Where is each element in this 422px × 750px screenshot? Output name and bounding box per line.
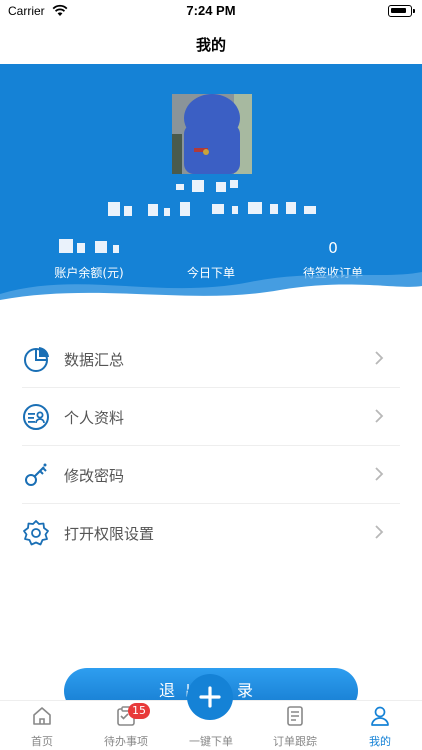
chevron-right-icon (375, 525, 384, 539)
home-icon (33, 707, 51, 725)
chevron-right-icon (375, 351, 384, 365)
tab-label: 待办事项 (104, 735, 148, 748)
menu-item-label: 打开权限设置 (64, 525, 155, 543)
tab-home[interactable]: 首页 (0, 701, 84, 750)
profile-header: 账户余额(元) 今日下单 0 待签收订单 (0, 64, 422, 310)
avatar[interactable] (172, 94, 252, 174)
key-icon (25, 463, 47, 486)
status-bar: Carrier 7:24 PM (0, 0, 422, 24)
chevron-right-icon (375, 467, 384, 481)
todo-count-badge: 15 (128, 703, 150, 719)
chevron-right-icon (375, 409, 384, 423)
quick-order-button[interactable] (187, 674, 233, 720)
menu-item-permission-settings[interactable]: 打开权限设置 (22, 504, 400, 562)
menu-item-label: 数据汇总 (64, 351, 125, 369)
menu-item-label: 修改密码 (64, 467, 125, 485)
tab-todo[interactable]: 15 待办事项 (84, 701, 168, 750)
menu-item-data-summary[interactable]: 数据汇总 (22, 330, 400, 388)
menu-item-change-password[interactable]: 修改密码 (22, 446, 400, 504)
gear-icon (23, 520, 49, 546)
plus-icon (199, 686, 221, 708)
clock: 7:24 PM (186, 3, 236, 18)
menu-item-label: 个人资料 (64, 409, 125, 427)
tab-label: 我的 (369, 735, 391, 748)
pending-orders-value: 0 (328, 239, 338, 257)
menu-item-profile[interactable]: 个人资料 (22, 388, 400, 446)
tab-label: 订单跟踪 (273, 735, 317, 748)
document-icon (287, 706, 303, 726)
tab-label: 首页 (31, 735, 53, 748)
battery-icon (388, 5, 415, 17)
pie-chart-icon (24, 347, 49, 372)
username-redacted (160, 180, 264, 194)
today-orders-value (146, 238, 276, 258)
phone-redacted (100, 202, 324, 216)
page-title: 我的 (195, 36, 226, 54)
account-balance-value (24, 238, 154, 258)
tab-label: 一键下单 (189, 735, 233, 748)
navigation-bar: 我的 (0, 24, 422, 64)
header-wave (0, 272, 422, 310)
tab-mine[interactable]: 我的 (338, 701, 422, 750)
avatar-image (172, 94, 252, 174)
settings-menu: 数据汇总 个人资料 修改密码 打开权限设置 (22, 330, 400, 562)
tab-order-tracking[interactable]: 订单跟踪 (253, 701, 337, 750)
profile-card-icon (23, 404, 49, 430)
user-icon (371, 706, 389, 726)
